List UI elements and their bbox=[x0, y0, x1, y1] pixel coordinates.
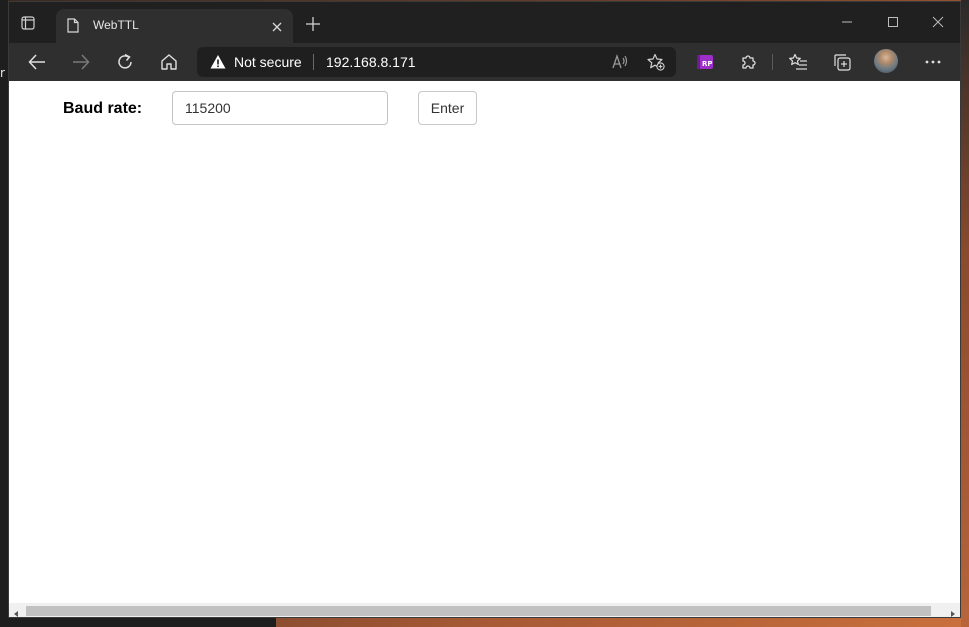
avatar[interactable] bbox=[874, 49, 898, 73]
plus-icon[interactable] bbox=[305, 16, 321, 32]
close-icon[interactable] bbox=[271, 20, 283, 32]
tab-actions-icon[interactable] bbox=[21, 16, 35, 30]
toolbar-divider bbox=[772, 54, 773, 70]
desktop-right-strip bbox=[961, 0, 969, 627]
read-aloud-icon[interactable] bbox=[611, 53, 629, 71]
browser-toolbar: Not secure 192.168.8.171 RP bbox=[9, 43, 960, 81]
back-arrow-icon[interactable] bbox=[27, 52, 47, 72]
page-viewport: Baud rate: Enter bbox=[9, 81, 960, 617]
puzzle-icon[interactable] bbox=[739, 52, 759, 72]
extension-rp-icon[interactable]: RP bbox=[695, 52, 715, 72]
scrollbar-thumb[interactable] bbox=[26, 606, 931, 616]
tab-title: WebTTL bbox=[93, 18, 139, 32]
scroll-left-arrow-icon[interactable] bbox=[11, 606, 21, 617]
collections-icon[interactable] bbox=[832, 52, 852, 72]
add-favorite-icon[interactable] bbox=[647, 53, 665, 71]
tab-strip: WebTTL bbox=[9, 2, 960, 43]
security-status-label[interactable]: Not secure bbox=[234, 54, 302, 70]
scroll-right-arrow-icon[interactable] bbox=[948, 606, 958, 617]
enter-button[interactable]: Enter bbox=[418, 91, 477, 125]
desktop-left-strip: r bbox=[0, 0, 8, 627]
desktop-left-text: r bbox=[0, 66, 5, 80]
baud-rate-input[interactable] bbox=[172, 91, 388, 125]
more-icon[interactable] bbox=[923, 52, 943, 72]
desktop-bottom-strip bbox=[0, 618, 276, 627]
window-close-icon[interactable] bbox=[930, 14, 946, 30]
address-bar[interactable]: Not secure 192.168.8.171 bbox=[197, 47, 676, 77]
address-separator bbox=[313, 54, 314, 70]
page-icon bbox=[67, 18, 79, 38]
home-icon[interactable] bbox=[159, 52, 179, 72]
tab-webttl[interactable]: WebTTL bbox=[56, 9, 293, 43]
warning-icon[interactable] bbox=[210, 54, 226, 75]
url-text[interactable]: 192.168.8.171 bbox=[326, 54, 416, 70]
browser-window: WebTTL Not secure 192.168.8.171 RP Baud … bbox=[8, 1, 961, 618]
refresh-icon[interactable] bbox=[115, 52, 135, 72]
maximize-icon[interactable] bbox=[885, 14, 901, 30]
forward-arrow-icon[interactable] bbox=[71, 52, 91, 72]
horizontal-scrollbar[interactable] bbox=[9, 603, 960, 617]
minimize-icon[interactable] bbox=[839, 14, 855, 30]
favorites-icon[interactable] bbox=[788, 52, 808, 72]
baud-rate-label: Baud rate: bbox=[63, 100, 143, 117]
extension-badge: RP bbox=[702, 60, 713, 68]
